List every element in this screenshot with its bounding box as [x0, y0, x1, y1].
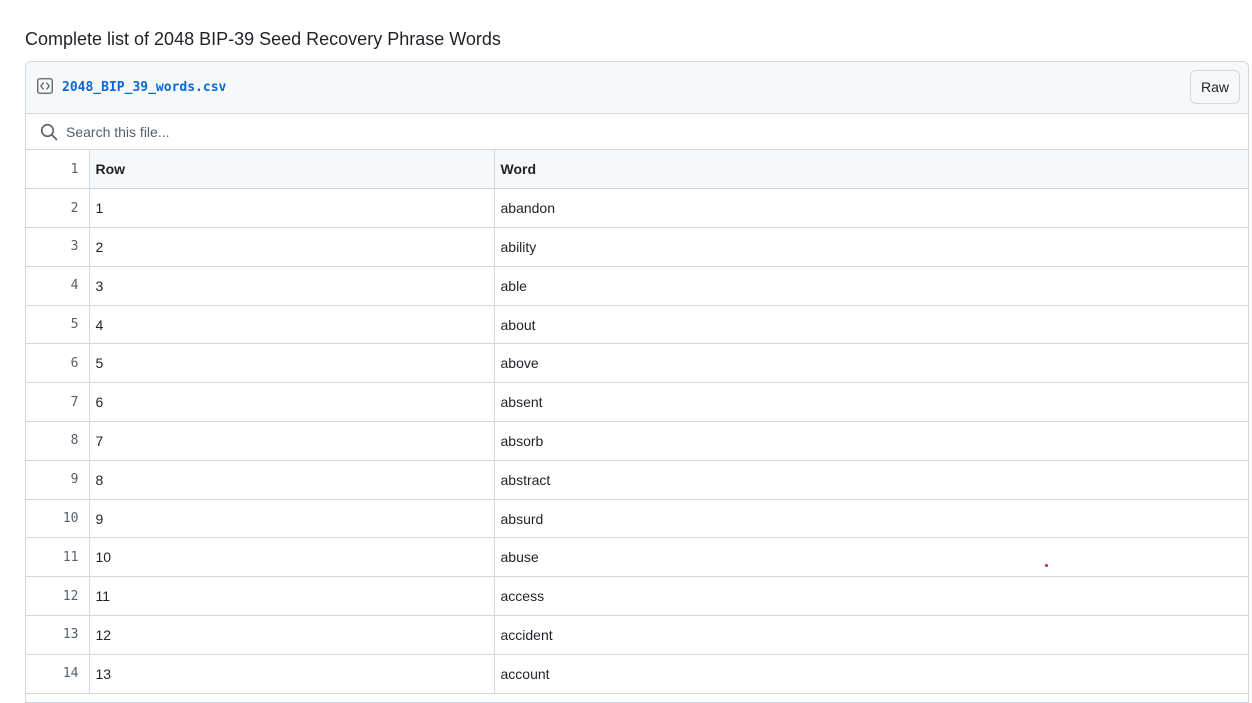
row-number-cell: 7 [89, 421, 495, 461]
word-cell: able [494, 266, 1248, 306]
word-cell: about [494, 305, 1248, 345]
word-cell: absorb [494, 421, 1248, 461]
line-number: 14 [26, 654, 90, 694]
row-number-cell: 11 [89, 576, 495, 617]
table-row: 6 5 above [26, 343, 1248, 384]
search-input[interactable] [66, 119, 666, 145]
line-number: 4 [26, 266, 90, 306]
row-number-cell: 9 [89, 499, 495, 539]
column-header-word: Word [494, 150, 1248, 190]
line-number: 11 [26, 537, 90, 578]
search-bar [26, 114, 1248, 150]
word-cell: abandon [494, 188, 1248, 229]
line-number: 9 [26, 460, 90, 500]
table-row: 4 3 able [26, 266, 1248, 306]
cursor-dot [1045, 564, 1048, 567]
table-row: 13 12 accident [26, 615, 1248, 655]
line-number: 3 [26, 227, 90, 267]
row-number-cell: 3 [89, 266, 495, 306]
row-number-cell: 13 [89, 654, 495, 694]
table-row: 8 7 absorb [26, 421, 1248, 461]
line-number: 2 [26, 188, 90, 229]
line-number: 6 [26, 343, 90, 384]
row-number-cell: 5 [89, 343, 495, 384]
table-row: 2 1 abandon [26, 188, 1248, 229]
line-number: 13 [26, 615, 90, 655]
table-header-row: 1 Row Word [26, 150, 1248, 190]
line-number: 12 [26, 576, 90, 617]
line-number: 8 [26, 421, 90, 461]
row-number-cell: 8 [89, 460, 495, 500]
row-number-cell: 10 [89, 537, 495, 578]
table-row: 11 10 abuse [26, 537, 1248, 578]
file-viewer: 2048_BIP_39_words.csv Raw 1 Row Word 21a… [25, 61, 1249, 703]
row-number-cell: 12 [89, 615, 495, 655]
word-cell: above [494, 343, 1248, 384]
file-name-link[interactable]: 2048_BIP_39_words.csv [62, 79, 226, 97]
row-number-cell: 4 [89, 305, 495, 345]
word-cell: abstract [494, 460, 1248, 500]
word-cell: access [494, 576, 1248, 617]
word-cell: accident [494, 615, 1248, 655]
row-number-cell: 6 [89, 382, 495, 423]
page-heading: Complete list of 2048 BIP-39 Seed Recove… [25, 29, 501, 49]
word-cell: abuse [494, 537, 1248, 578]
table-row: 14 13 account [26, 654, 1248, 694]
table-row: 5 4 about [26, 305, 1248, 345]
table-row: 10 9 absurd [26, 499, 1248, 539]
line-number: 7 [26, 382, 90, 423]
table-row: 12 11 access [26, 576, 1248, 617]
column-header-row: Row [89, 150, 495, 190]
table-row: 7 6 absent [26, 382, 1248, 423]
line-number: 10 [26, 499, 90, 539]
file-header: 2048_BIP_39_words.csv Raw [26, 62, 1248, 114]
table-row: 3 2 ability [26, 227, 1248, 267]
table-row: 9 8 abstract [26, 460, 1248, 500]
search-icon [40, 123, 58, 141]
row-number-cell: 2 [89, 227, 495, 267]
raw-button[interactable]: Raw [1189, 70, 1240, 104]
code-file-icon [37, 78, 53, 94]
line-number: 1 [26, 150, 90, 190]
word-cell: ability [494, 227, 1248, 267]
row-number-cell: 1 [89, 188, 495, 229]
word-cell: absent [494, 382, 1248, 423]
word-cell: absurd [494, 499, 1248, 539]
csv-table: 1 Row Word 2 1 abandon 3 2 ability 4 3 able 5 4 abo… [26, 150, 1248, 694]
word-cell: account [494, 654, 1248, 694]
line-number: 5 [26, 305, 90, 345]
